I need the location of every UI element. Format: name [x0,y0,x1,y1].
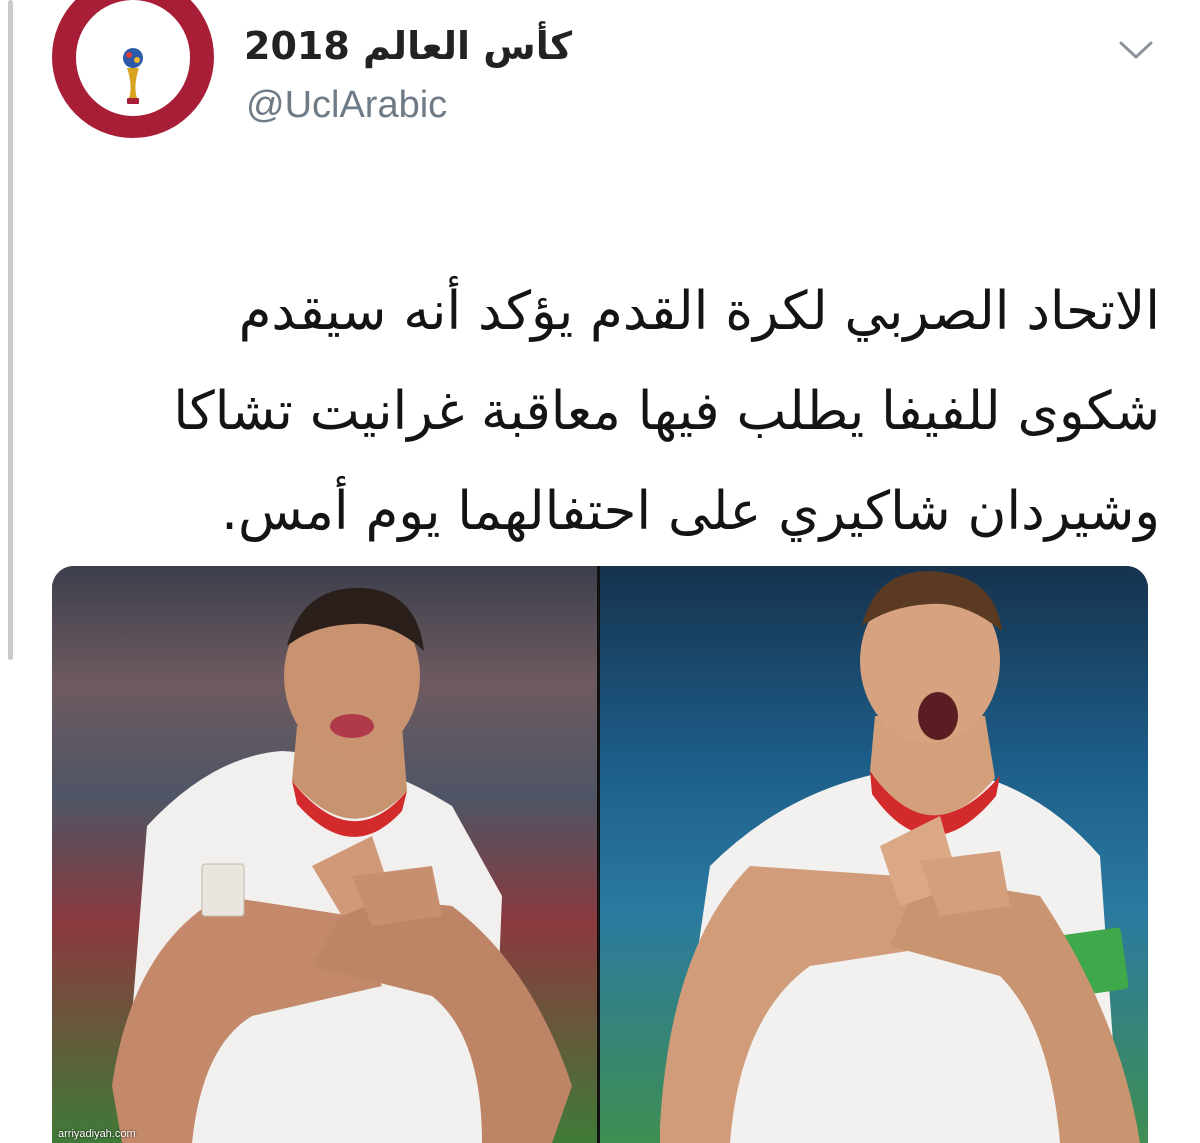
tweet-media[interactable]: arriyadiyah.com [52,566,1148,1143]
user-handle[interactable]: @UclArabic [246,84,447,127]
player-figure-left [112,587,572,1143]
avatar-brand-text: UCLArabic [105,116,161,128]
player-figure-right [660,571,1140,1143]
tweet-text-line: شكوى للفيفا يطلب فيها معاقبة غرانيت تشاك… [173,381,1160,442]
world-cup-trophy-icon [123,48,143,104]
tweet-text-line: وشيردان شاكيري على احتفالهما يوم أمس. [221,481,1160,542]
tweet-text-line: الاتحاد الصربي لكرة القدم يؤكد أنه سيقدم [238,281,1160,342]
photo-xhaka[interactable] [52,566,597,1143]
display-name[interactable]: كأس العالم 2018 [244,24,572,68]
scrollbar[interactable] [8,0,13,660]
avatar-sub-text: FIFA World Cup 2018 [109,129,157,135]
chevron-down-icon[interactable] [1118,38,1154,62]
photo-shaqiri[interactable] [600,566,1148,1143]
tweet-text: الاتحاد الصربي لكرة القدم يؤكد أنه سيقدم… [60,262,1160,562]
avatar[interactable]: UCLArabic FIFA World Cup 2018 [52,0,214,140]
watermark: arriyadiyah.com [58,1128,136,1140]
